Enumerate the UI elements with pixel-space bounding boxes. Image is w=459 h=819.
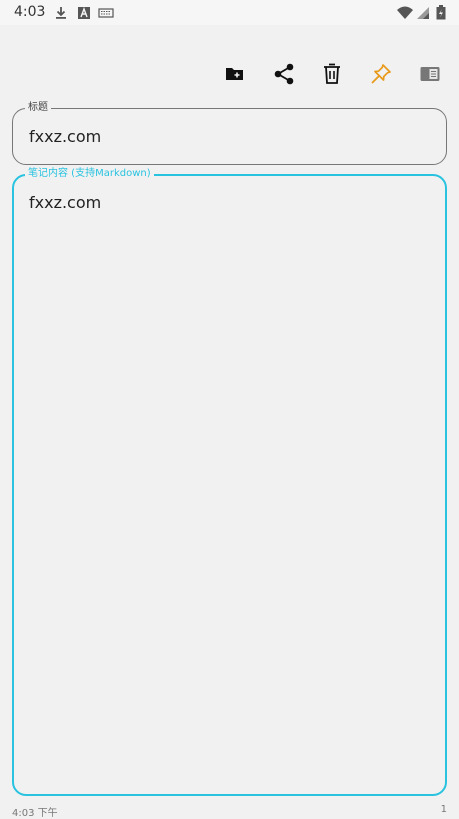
delete-icon[interactable] [320, 62, 344, 86]
footer-count: 1 [440, 804, 447, 815]
content-field[interactable]: 笔记内容 (支持Markdown) fxxz.com [12, 167, 447, 796]
status-bar: 4:03 [0, 0, 459, 25]
signal-icon [416, 5, 430, 19]
wifi-icon [396, 5, 414, 19]
keyboard-icon [98, 5, 114, 19]
download-icon [54, 5, 68, 19]
battery-icon [436, 5, 446, 20]
title-input[interactable]: fxxz.com [29, 127, 101, 146]
title-label: 标题 [25, 101, 51, 115]
status-time: 4:03 [14, 4, 46, 20]
title-field[interactable]: 标题 fxxz.com [12, 101, 447, 165]
pin-icon[interactable] [369, 62, 393, 86]
share-icon[interactable] [272, 62, 296, 86]
font-icon [77, 5, 91, 19]
reader-icon[interactable] [418, 62, 442, 86]
content-label: 笔记内容 (支持Markdown) [25, 167, 154, 181]
folder-add-icon[interactable] [223, 62, 247, 86]
content-input[interactable]: fxxz.com [29, 193, 101, 212]
